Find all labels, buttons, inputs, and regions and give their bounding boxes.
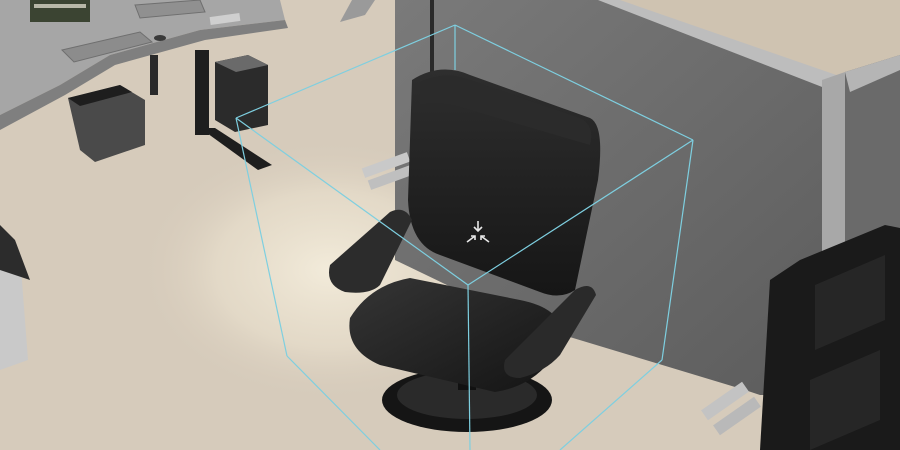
book-stack[interactable] <box>30 0 90 22</box>
book-stack <box>34 4 86 8</box>
desk-leg <box>195 50 209 135</box>
desk-leg <box>150 55 158 95</box>
3d-viewport[interactable] <box>0 0 900 450</box>
mouse[interactable] <box>154 35 166 41</box>
scene-canvas[interactable] <box>0 0 900 450</box>
